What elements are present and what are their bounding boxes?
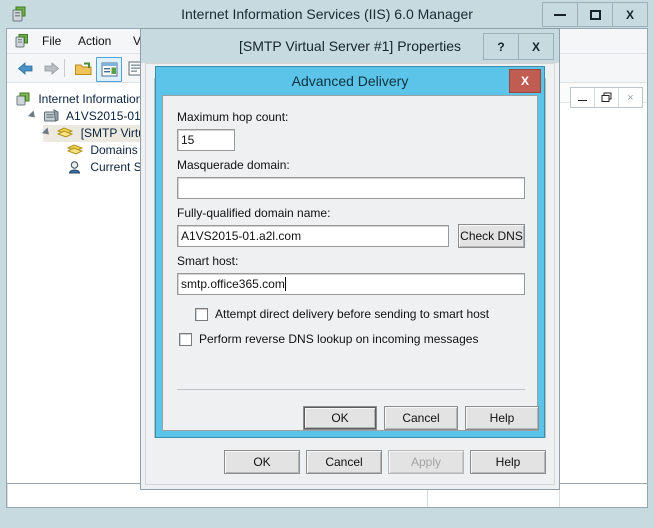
tree-item-smtp-virtual-server[interactable]: [SMTP Virtua bbox=[43, 125, 156, 142]
max-hop-count-input[interactable]: 15 bbox=[177, 129, 235, 151]
fqdn-label: Fully-qualified domain name: bbox=[177, 206, 331, 220]
mdi-close-button[interactable]: × bbox=[619, 88, 642, 107]
mdi-minimize-button[interactable] bbox=[571, 88, 595, 107]
main-window-controls: X bbox=[542, 2, 648, 27]
smtp-virtual-server-icon bbox=[57, 126, 74, 140]
properties-dialog-controls: ? X bbox=[483, 33, 554, 60]
menu-action[interactable]: Action bbox=[69, 29, 120, 54]
maximize-button[interactable] bbox=[577, 2, 613, 27]
current-sessions-icon bbox=[67, 160, 83, 174]
advanced-delivery-title: Advanced Delivery bbox=[291, 73, 409, 89]
tree-item-label: Internet Information bbox=[38, 92, 143, 106]
reverse-dns-lookup-label: Perform reverse DNS lookup on incoming m… bbox=[199, 332, 479, 346]
attempt-direct-delivery-label: Attempt direct delivery before sending t… bbox=[215, 307, 490, 321]
checkbox-box[interactable] bbox=[195, 307, 208, 321]
help-titlebar-button[interactable]: ? bbox=[483, 33, 519, 60]
main-window-titlebar: Internet Information Services (IIS) 6.0 … bbox=[0, 0, 654, 28]
tree-item-iis-root[interactable]: Internet Information bbox=[15, 91, 142, 108]
properties-icon[interactable] bbox=[96, 57, 122, 82]
close-button[interactable]: X bbox=[612, 2, 648, 27]
ok-button[interactable]: OK bbox=[303, 406, 377, 430]
reverse-dns-lookup-checkbox[interactable]: Perform reverse DNS lookup on incoming m… bbox=[179, 332, 478, 346]
check-dns-button[interactable]: Check DNS bbox=[458, 224, 525, 248]
back-arrow-icon[interactable] bbox=[13, 57, 37, 80]
console-icon bbox=[14, 33, 30, 49]
tree-item-label: Current S bbox=[90, 160, 142, 174]
iis-root-icon bbox=[15, 92, 31, 106]
statusbar-cell-right bbox=[559, 484, 647, 507]
help-button[interactable]: Help bbox=[465, 406, 539, 430]
tree-item-server[interactable]: A1VS2015-01 (lo bbox=[29, 108, 157, 125]
mdi-restore-button[interactable] bbox=[595, 88, 619, 107]
ok-button[interactable]: OK bbox=[224, 450, 300, 474]
masquerade-domain-input[interactable] bbox=[177, 177, 525, 199]
tree-item-domains[interactable]: Domains bbox=[66, 142, 138, 159]
tree-item-label: Domains bbox=[90, 143, 138, 157]
masquerade-domain-label: Masquerade domain: bbox=[177, 158, 290, 172]
chevron-expanded-icon[interactable] bbox=[29, 110, 39, 120]
help-button[interactable]: Help bbox=[470, 450, 546, 474]
smart-host-input[interactable]: smtp.office365.com bbox=[177, 273, 525, 295]
tree-item-current-sessions[interactable]: Current S bbox=[67, 159, 142, 176]
domains-folder-icon bbox=[66, 143, 84, 157]
minimize-button[interactable] bbox=[542, 2, 578, 27]
close-button[interactable]: X bbox=[509, 69, 541, 93]
apply-button: Apply bbox=[388, 450, 464, 474]
text-caret bbox=[284, 277, 286, 291]
advanced-delivery-client: Maximum hop count: 15 Masquerade domain:… bbox=[162, 95, 539, 431]
toolbar-separator bbox=[64, 59, 65, 77]
menu-file[interactable]: File bbox=[33, 29, 70, 54]
smart-host-value: smtp.office365.com bbox=[181, 277, 285, 291]
advanced-delivery-dialog: Advanced Delivery X Maximum hop count: 1… bbox=[155, 66, 545, 438]
close-titlebar-button[interactable]: X bbox=[518, 33, 554, 60]
desktop-background: Internet Information Services (IIS) 6.0 … bbox=[0, 0, 654, 528]
properties-dialog-titlebar: [SMTP Virtual Server #1] Properties ? X bbox=[141, 29, 559, 63]
properties-dialog-footer: OK Cancel Apply Help bbox=[146, 450, 554, 476]
max-hop-count-label: Maximum hop count: bbox=[177, 110, 289, 124]
smart-host-label: Smart host: bbox=[177, 254, 239, 268]
show-hide-console-tree-icon[interactable] bbox=[71, 57, 95, 80]
chevron-expanded-icon[interactable] bbox=[43, 127, 53, 137]
fqdn-input[interactable]: A1VS2015-01.a2l.com bbox=[177, 225, 449, 247]
server-icon bbox=[43, 109, 59, 123]
checkbox-box[interactable] bbox=[179, 332, 192, 346]
footer-separator bbox=[177, 389, 525, 390]
advanced-delivery-titlebar: Advanced Delivery X bbox=[156, 67, 544, 95]
mdi-window-controls: × bbox=[570, 87, 643, 108]
cancel-button[interactable]: Cancel bbox=[306, 450, 382, 474]
cancel-button[interactable]: Cancel bbox=[384, 406, 458, 430]
forward-arrow-icon[interactable] bbox=[39, 57, 63, 80]
fqdn-value: A1VS2015-01.a2l.com bbox=[181, 229, 302, 243]
attempt-direct-delivery-checkbox[interactable]: Attempt direct delivery before sending t… bbox=[195, 307, 489, 321]
max-hop-count-value: 15 bbox=[181, 133, 195, 147]
